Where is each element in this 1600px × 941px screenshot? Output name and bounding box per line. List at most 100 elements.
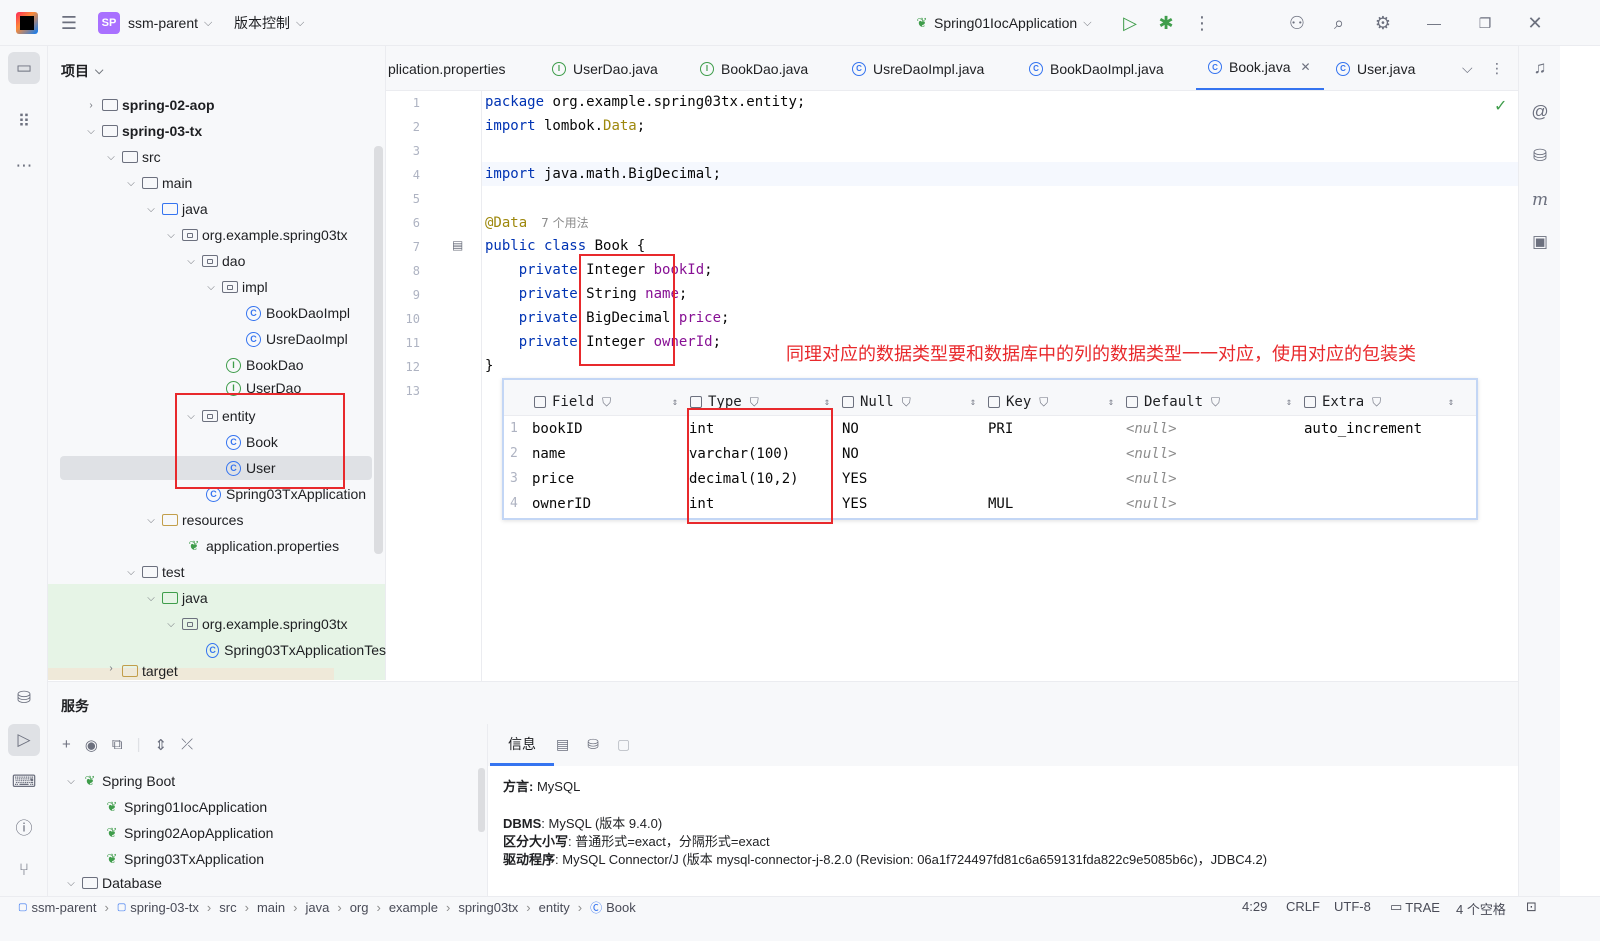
breadcrumb-item[interactable]: org: [350, 900, 369, 915]
table-cell[interactable]: NO: [842, 416, 859, 441]
structure-icon[interactable]: ⠿: [8, 106, 40, 138]
filter-icon[interactable]: ⛉: [602, 395, 611, 410]
vcs-menu[interactable]: 版本控制 ⌵: [234, 0, 304, 46]
column-header-key[interactable]: Key ⛉ ⇕: [988, 390, 1122, 414]
tab-bookdao[interactable]: I BookDao.java: [700, 46, 808, 90]
more-actions-icon[interactable]: ⋮: [1193, 0, 1211, 46]
project-folder-icon[interactable]: ▭: [8, 52, 40, 84]
tabs-more-icon[interactable]: ⋮: [1490, 46, 1504, 90]
tab-info[interactable]: 信息: [490, 724, 554, 766]
column-header-extra[interactable]: Extra ⛉ ⇕: [1304, 390, 1462, 414]
table-cell[interactable]: name: [532, 441, 566, 466]
main-menu-icon[interactable]: ☰: [58, 0, 80, 46]
breadcrumb-item[interactable]: spring-03-tx: [130, 900, 199, 915]
tree-item[interactable]: ⌵ org.example.spring03tx: [164, 611, 347, 637]
app-logo-icon[interactable]: [16, 0, 38, 46]
column-header-default[interactable]: Default ⛉ ⇕: [1126, 390, 1300, 414]
git-icon[interactable]: ⑂: [8, 854, 40, 886]
tree-item[interactable]: › spring-02-aop: [84, 92, 214, 118]
database-settings-icon[interactable]: ⛁: [587, 736, 599, 753]
table-cell[interactable]: <null>: [1126, 441, 1177, 466]
search-icon[interactable]: ⌕: [1328, 0, 1350, 46]
tree-item[interactable]: › target: [104, 663, 177, 680]
table-cell[interactable]: <null>: [1126, 416, 1177, 441]
tab-usredaoimpl[interactable]: C UsreDaoImpl.java: [852, 46, 984, 90]
tree-item[interactable]: ⌵ org.example.spring03tx: [164, 222, 347, 248]
collapse-all-icon[interactable]: ⤫: [181, 736, 193, 754]
expand-all-icon[interactable]: ⇕: [154, 736, 167, 754]
breadcrumb-item[interactable]: Book: [606, 900, 636, 915]
run-config-selector[interactable]: ❦ Spring01IocApplication ⌵: [914, 0, 1092, 46]
file-encoding[interactable]: UTF-8: [1334, 899, 1371, 914]
sort-icon[interactable]: ⇕: [1286, 397, 1292, 408]
filter-icon[interactable]: ⛉: [1039, 395, 1048, 410]
services-tree-item[interactable]: ❦ Spring02AopApplication: [104, 820, 274, 846]
cursor-position[interactable]: 4:29: [1242, 899, 1267, 914]
services-tree-item[interactable]: ❦ Spring03TxApplication: [104, 846, 265, 872]
close-tab-icon[interactable]: ✕: [1300, 60, 1310, 74]
problems-icon[interactable]: ⓘ: [8, 810, 40, 842]
table-cell[interactable]: price: [532, 466, 574, 491]
breadcrumb-item[interactable]: src: [219, 900, 236, 915]
breadcrumb-item[interactable]: entity: [539, 900, 570, 915]
tree-item[interactable]: C Spring03TxApplicationTes: [206, 637, 386, 663]
tab-bookdaoimpl[interactable]: C BookDaoImpl.java: [1029, 46, 1164, 90]
new-group-icon[interactable]: ⧉: [112, 736, 123, 754]
tree-item[interactable]: I BookDao: [226, 352, 304, 378]
table-cell[interactable]: YES: [842, 491, 867, 516]
add-user-icon[interactable]: ⚇: [1286, 0, 1308, 46]
maven-icon[interactable]: m: [1524, 184, 1556, 216]
tab-book[interactable]: C Book.java ✕: [1196, 46, 1324, 90]
breadcrumb-item[interactable]: ssm-parent: [31, 900, 96, 915]
query-icon[interactable]: ▢: [617, 736, 630, 753]
table-cell[interactable]: <null>: [1126, 466, 1177, 491]
filter-icon[interactable]: ⛉: [1372, 395, 1381, 410]
table-cell[interactable]: MUL: [988, 491, 1013, 516]
add-icon[interactable]: +: [62, 736, 71, 754]
tree-item[interactable]: ⌵ dao: [184, 248, 245, 274]
tree-item[interactable]: ⌵ impl: [204, 274, 267, 300]
settings-gear-icon[interactable]: ⚙: [1372, 0, 1394, 46]
tree-item[interactable]: ⌵ main: [124, 170, 192, 196]
project-switcher[interactable]: SP ssm-parent ⌵: [98, 0, 212, 46]
table-cell[interactable]: YES: [842, 466, 867, 491]
tab-userdao[interactable]: I UserDao.java: [552, 46, 658, 90]
ai-assistant-icon[interactable]: @: [1524, 96, 1556, 128]
services-scrollbar[interactable]: [478, 768, 485, 832]
usages-hint[interactable]: 7 个用法: [541, 216, 588, 230]
database-icon[interactable]: ⛁: [8, 682, 40, 714]
tree-item[interactable]: ⌵ src: [104, 144, 160, 170]
tree-item[interactable]: C BookDaoImpl: [246, 300, 350, 326]
tool-window-icon[interactable]: ▣: [1524, 226, 1556, 258]
notifications-bell-icon[interactable]: ♫: [1524, 52, 1556, 84]
tree-item[interactable]: ⌵ test: [124, 559, 184, 585]
table-cell[interactable]: <null>: [1126, 491, 1177, 516]
terminal-icon[interactable]: ⌨: [8, 766, 40, 798]
table-cell[interactable]: PRI: [988, 416, 1013, 441]
restore-icon[interactable]: ❐: [1476, 0, 1494, 46]
services-icon[interactable]: ▷: [8, 724, 40, 756]
tree-item[interactable]: ⌵ java: [144, 585, 207, 611]
project-panel-title[interactable]: 项目 ⌵: [61, 61, 103, 81]
tabs-dropdown-icon[interactable]: ⌵: [1462, 46, 1473, 90]
inspection-ok-icon[interactable]: ✓: [1494, 96, 1507, 116]
debug-icon[interactable]: ✱: [1156, 0, 1176, 46]
tree-item[interactable]: ⌵ java: [144, 196, 207, 222]
trae-plugin-widget[interactable]: ▭ TRAE: [1390, 899, 1440, 915]
bean-gutter-icon[interactable]: ▤: [452, 238, 463, 252]
database-icon[interactable]: ⛁: [1524, 140, 1556, 172]
more-tools-icon[interactable]: ⋯: [8, 150, 40, 182]
breadcrumb-item[interactable]: example: [389, 900, 438, 915]
sort-icon[interactable]: ⇕: [970, 397, 976, 408]
table-cell[interactable]: auto_increment: [1304, 416, 1422, 441]
breadcrumb-item[interactable]: main: [257, 900, 285, 915]
sort-icon[interactable]: ⇕: [1108, 397, 1114, 408]
readonly-lock-icon[interactable]: ⊡: [1526, 899, 1537, 915]
eye-icon[interactable]: ◉: [85, 736, 98, 754]
tree-item[interactable]: C UsreDaoImpl: [246, 326, 348, 352]
tree-item[interactable]: ❦ application.properties: [186, 533, 340, 559]
filter-icon[interactable]: ⛉: [902, 395, 911, 410]
services-tree-item[interactable]: ⌵ Database: [64, 872, 162, 894]
db-structure-table[interactable]: Field ⛉ ⇕ Type ⛉ ⇕ Null ⛉ ⇕ Key ⛉ ⇕ Default ⛉ ⇕ Ex…: [502, 378, 1478, 520]
tree-item[interactable]: ⌵ resources: [144, 507, 243, 533]
